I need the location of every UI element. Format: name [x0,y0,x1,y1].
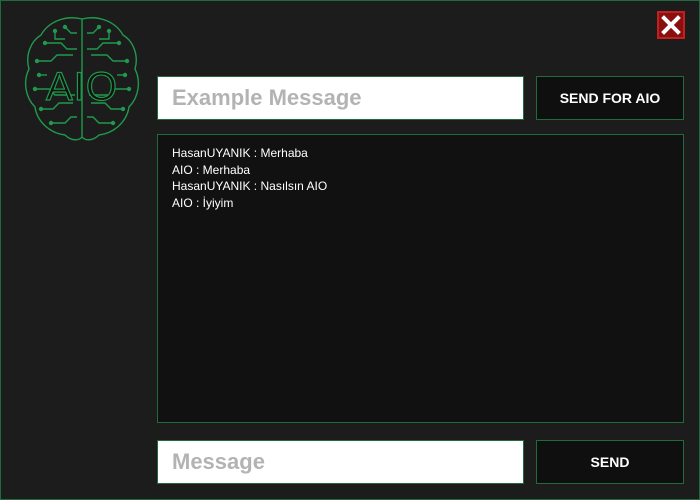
chat-message: AIO : Merhaba [172,162,251,177]
close-x-icon [661,15,681,35]
chat-message: AIO : İyiyim [172,195,234,210]
aio-brain-logo: AIO [21,13,143,145]
example-message-field[interactable] [157,76,524,120]
logo-text: AIO [45,64,118,109]
chat-message: HasanUYANIK : Nasılsın AIO [172,179,328,193]
example-message-input[interactable] [170,76,523,120]
app-window: AIO SEND FOR AIO HasanUYANIK : Merhaba A… [0,0,700,500]
chat-message: HasanUYANIK : Merhaba [172,146,308,160]
chat-log: HasanUYANIK : Merhaba AIO : Merhaba Hasa… [157,134,684,423]
message-field[interactable] [157,440,524,484]
close-button[interactable] [657,11,685,39]
send-button[interactable]: SEND [536,440,684,484]
send-for-aio-button[interactable]: SEND FOR AIO [536,76,684,120]
message-input[interactable] [170,440,523,484]
